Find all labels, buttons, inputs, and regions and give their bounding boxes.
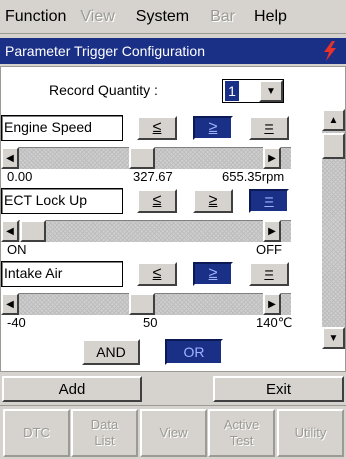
slider-thumb[interactable] xyxy=(128,293,155,315)
nav-bar: DTC Data List View Active Test Utility xyxy=(0,405,346,459)
equal-button[interactable]: = xyxy=(249,262,289,286)
menu-bar-item[interactable]: Bar xyxy=(196,0,242,34)
less-equal-button[interactable]: ≤ xyxy=(137,189,177,213)
param-name-field[interactable]: Engine Speed xyxy=(1,115,123,141)
config-panel: Record Quantity : 1 ▼ Engine Speed ≤ ≥ =… xyxy=(0,66,346,372)
slider-thumb[interactable] xyxy=(128,147,155,169)
menu-view[interactable]: View xyxy=(73,0,121,34)
slider-right-arrow[interactable]: ▶ xyxy=(263,220,281,242)
and-button[interactable]: AND xyxy=(82,339,140,365)
lightning-icon xyxy=(324,41,336,61)
tick-mid: 50 xyxy=(143,315,158,330)
greater-equal-button[interactable]: ≥ xyxy=(193,189,233,213)
nav-view[interactable]: View xyxy=(140,409,207,457)
scroll-up-arrow[interactable]: ▲ xyxy=(322,109,345,131)
menu-system[interactable]: System xyxy=(122,0,196,34)
menu-help[interactable]: Help xyxy=(242,0,294,34)
tick-min: -40 xyxy=(7,315,26,330)
equal-button[interactable]: = xyxy=(249,189,289,213)
slider-left-arrow[interactable]: ◀ xyxy=(1,220,19,242)
less-equal-button[interactable]: ≤ xyxy=(137,262,177,286)
exit-button[interactable]: Exit xyxy=(213,376,344,402)
tick-mid: 327.67 xyxy=(133,169,173,184)
less-equal-button[interactable]: ≤ xyxy=(137,116,177,140)
vertical-scrollbar[interactable]: ▲ ▼ xyxy=(322,109,345,349)
record-quantity-dropdown[interactable]: 1 ▼ xyxy=(222,79,284,103)
greater-equal-button[interactable]: ≥ xyxy=(193,116,233,140)
or-button[interactable]: OR xyxy=(165,339,223,365)
slider-right-arrow[interactable]: ▶ xyxy=(263,293,281,315)
equal-button[interactable]: = xyxy=(249,116,289,140)
param-name-field[interactable]: ECT Lock Up xyxy=(1,188,123,214)
slider-thumb[interactable] xyxy=(20,220,46,242)
tick-max: OFF xyxy=(256,242,282,257)
slider-left-arrow[interactable]: ◀ xyxy=(1,147,19,169)
slider-right-arrow[interactable]: ▶ xyxy=(263,147,281,169)
action-bar: Add Exit xyxy=(0,374,346,404)
title-bar: Parameter Trigger Configuration xyxy=(0,38,346,64)
page-title: Parameter Trigger Configuration xyxy=(5,43,205,59)
scroll-down-arrow[interactable]: ▼ xyxy=(322,327,345,349)
tick-min: 0.00 xyxy=(7,169,33,184)
tick-min: ON xyxy=(7,242,27,257)
nav-utility[interactable]: Utility xyxy=(277,409,344,457)
nav-dtc[interactable]: DTC xyxy=(3,409,70,457)
chevron-down-icon[interactable]: ▼ xyxy=(259,80,283,102)
scroll-thumb[interactable] xyxy=(322,133,345,159)
add-button[interactable]: Add xyxy=(2,376,142,402)
nav-active-test[interactable]: Active Test xyxy=(208,409,275,457)
tick-max: 140℃ xyxy=(256,315,293,330)
slider-left-arrow[interactable]: ◀ xyxy=(1,293,19,315)
record-quantity-value: 1 xyxy=(225,81,239,101)
menu-bar: Function View System Bar Help xyxy=(0,0,346,34)
tick-max: 655.35rpm xyxy=(222,169,285,184)
param-name-field[interactable]: Intake Air xyxy=(1,261,123,287)
menu-function[interactable]: Function xyxy=(0,0,73,34)
greater-equal-button[interactable]: ≥ xyxy=(193,262,233,286)
record-quantity-label: Record Quantity : xyxy=(49,82,158,98)
nav-data-list[interactable]: Data List xyxy=(71,409,138,457)
